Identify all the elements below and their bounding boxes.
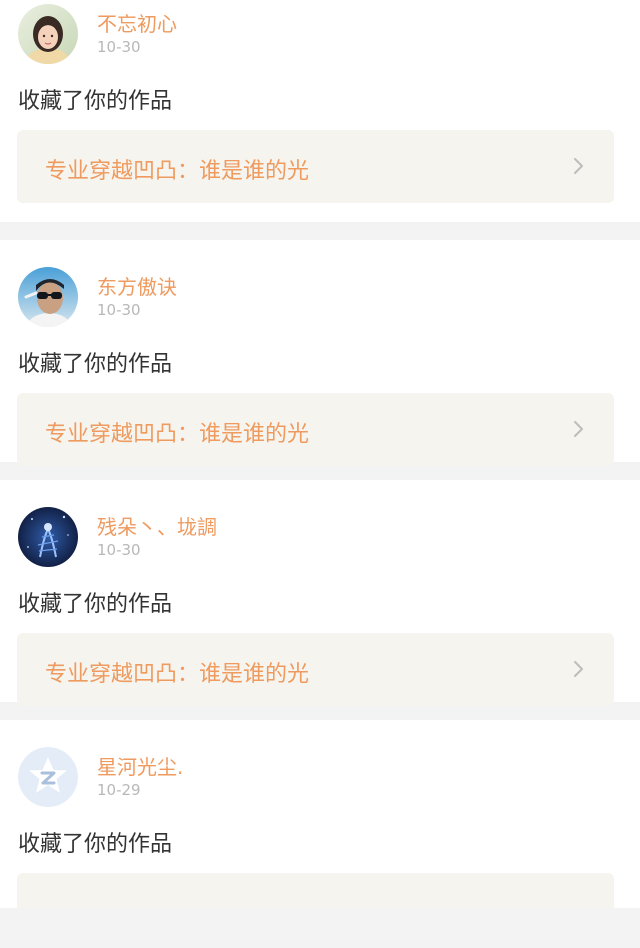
chevron-right-icon [574,158,583,174]
user-name[interactable]: 星河光尘. [97,751,183,780]
avatar[interactable] [18,267,78,327]
action-text: 收藏了你的作品 [18,352,173,377]
feed-item: 不忘初心 10-30 收藏了你的作品 专业穿越凹凸：谁是谁的光 [0,0,640,222]
user-name[interactable]: 东方傲诀 [97,271,177,300]
work-title: 专业穿越凹凸：谁是谁的光 [45,159,310,184]
avatar[interactable] [18,507,78,567]
timestamp: 10-30 [97,541,141,559]
timestamp: 10-29 [97,781,141,799]
activity-feed: 不忘初心 10-30 收藏了你的作品 专业穿越凹凸：谁是谁的光 东方傲诀 10-… [0,0,640,908]
action-text: 收藏了你的作品 [18,592,173,617]
action-text: 收藏了你的作品 [18,89,173,114]
action-text: 收藏了你的作品 [18,832,173,857]
timestamp: 10-30 [97,301,141,319]
chevron-right-icon [574,661,583,677]
chevron-right-icon [574,421,583,437]
work-link[interactable]: 专业穿越凹凸：谁是谁的光 [17,633,614,706]
user-name[interactable]: 不忘初心 [97,8,177,37]
feed-item: 残朵丶、垅調 10-30 收藏了你的作品 专业穿越凹凸：谁是谁的光 [0,480,640,706]
feed-item: 星河光尘. 10-29 收藏了你的作品 [0,720,640,908]
work-title: 专业穿越凹凸：谁是谁的光 [45,422,310,447]
avatar[interactable] [18,747,78,807]
work-title: 专业穿越凹凸：谁是谁的光 [45,662,310,687]
work-link[interactable] [17,873,614,908]
avatar[interactable] [18,4,78,64]
user-name[interactable]: 残朵丶、垅調 [97,511,217,540]
work-link[interactable]: 专业穿越凹凸：谁是谁的光 [17,130,614,203]
feed-item: 东方傲诀 10-30 收藏了你的作品 专业穿越凹凸：谁是谁的光 [0,240,640,466]
timestamp: 10-30 [97,38,141,56]
work-link[interactable]: 专业穿越凹凸：谁是谁的光 [17,393,614,466]
